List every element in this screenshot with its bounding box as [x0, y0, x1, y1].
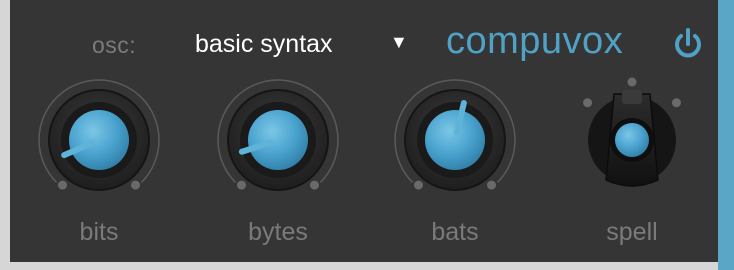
knob-bats[interactable]: [394, 79, 516, 191]
knob-label-bits: bits: [79, 218, 119, 246]
switch-position-dot: [671, 98, 681, 108]
knob-label-bytes: bytes: [248, 218, 308, 246]
knob-bits[interactable]: [38, 79, 160, 191]
plugin-frame: osc: basic syntax ▼ compuvox bits bytes …: [0, 0, 734, 270]
knob-min-dot: [57, 180, 67, 190]
knob-cap: [425, 110, 485, 170]
plugin-panel: osc: basic syntax ▼ compuvox bits bytes …: [10, 0, 718, 262]
knob-max-dot: [310, 180, 320, 190]
switch-position-dot: [583, 98, 593, 108]
switch-label-spell: spell: [606, 218, 658, 246]
knob-max-dot: [487, 180, 497, 190]
spell-selector-switch[interactable]: [583, 77, 681, 187]
knob-max-dot: [131, 180, 141, 190]
switch-position-dot: [627, 77, 637, 87]
switch-cap: [615, 123, 649, 157]
knob-bytes[interactable]: [217, 79, 339, 191]
accent-bar: [718, 0, 734, 270]
knob-min-dot: [236, 180, 246, 190]
switch-lever-tip: [622, 90, 642, 104]
knob-label-bats: bats: [431, 218, 479, 246]
knob-cap: [248, 110, 308, 170]
knob-min-dot: [413, 180, 423, 190]
knob-cap: [69, 110, 129, 170]
